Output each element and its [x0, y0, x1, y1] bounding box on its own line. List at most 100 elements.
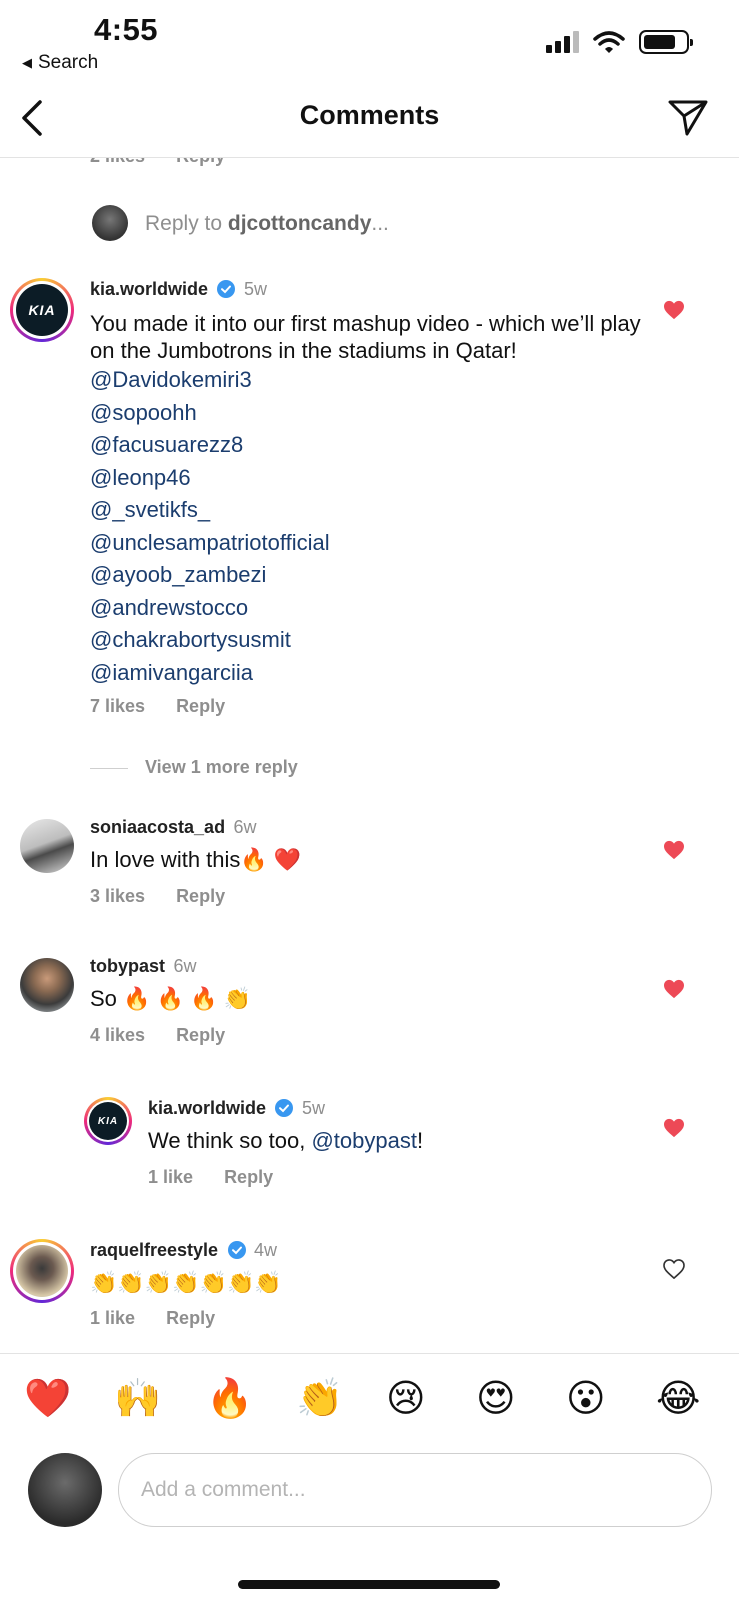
comment-text: We think so too, @tobypast! [148, 1127, 423, 1154]
avatar[interactable] [28, 1453, 102, 1527]
comment-time: 4w [253, 1240, 277, 1260]
page-title: Comments [299, 100, 440, 130]
mention-link[interactable]: @_svetikfs_ [90, 494, 330, 527]
heart-outline-icon[interactable] [663, 1259, 685, 1279]
emoji-raised-hands-button[interactable]: 🙌 [114, 1376, 161, 1420]
status-icons [546, 30, 693, 54]
mention-link[interactable]: @andrewstocco [90, 592, 330, 625]
avatar-story-ring[interactable] [10, 1239, 74, 1303]
reply-to-user: djcottoncandy [227, 212, 372, 235]
back-to-search[interactable]: ◀ Search [22, 52, 98, 74]
view-more-replies[interactable]: View 1 more reply [145, 757, 298, 778]
wifi-icon [593, 31, 625, 53]
comment-text: 👏👏👏👏👏👏👏 [90, 1270, 282, 1295]
replies-divider [90, 768, 128, 769]
emoji-fire-button[interactable]: 🔥 [206, 1376, 253, 1420]
comment-header: raquelfreestyle 4w [90, 1240, 277, 1261]
kia-logo: KIA [89, 1102, 127, 1140]
comment-meta: 1 like Reply [90, 1308, 241, 1329]
kia-logo: KIA [16, 284, 68, 336]
comment-time: 5w [301, 1098, 325, 1118]
comment-time: 5w [243, 279, 267, 299]
comments-list[interactable]: 2 likes Reply Reply to djcottoncandy... … [0, 158, 739, 1353]
emoji-surprised-button[interactable]: 😮 [566, 1376, 606, 1420]
status-time: 4:55 [94, 12, 159, 47]
mention-link[interactable]: @tobypast [311, 1128, 417, 1153]
mention-link[interactable]: @Davidokemiri3 [90, 364, 330, 397]
comment-time: 6w [233, 817, 257, 837]
mention-link[interactable]: @chakrabortysusmit [90, 624, 330, 657]
mention-link[interactable]: @leonp46 [90, 462, 330, 495]
likes-count[interactable]: 2 likes [90, 158, 145, 166]
comment-text-prefix: We think so too, [148, 1128, 312, 1153]
reply-button[interactable]: Reply [176, 158, 225, 166]
likes-count[interactable]: 4 likes [90, 1025, 145, 1045]
heart-filled-icon[interactable] [663, 1118, 685, 1138]
avatar [92, 205, 128, 241]
comment-meta-partial: 2 likes Reply [90, 158, 251, 167]
avatar[interactable] [20, 958, 74, 1012]
comment-meta: 1 like Reply [148, 1167, 299, 1188]
reply-button[interactable]: Reply [176, 1025, 225, 1045]
signal-icon [546, 31, 579, 53]
verified-badge-icon [227, 1241, 246, 1259]
status-bar: 4:55 ◀ Search [0, 0, 739, 80]
likes-count[interactable]: 3 likes [90, 886, 145, 906]
username[interactable]: kia.worldwide [90, 279, 208, 299]
likes-count[interactable]: 1 like [148, 1167, 193, 1187]
avatar-story-ring[interactable]: KIA [10, 278, 74, 342]
mention-link[interactable]: @iamivangarciia [90, 657, 330, 690]
comment-text: In love with this🔥 ❤️ [90, 847, 302, 872]
reply-button[interactable]: Reply [176, 696, 225, 716]
heart-filled-icon[interactable] [663, 979, 685, 999]
comment-header: kia.worldwide 5w [90, 279, 267, 300]
emoji-laughing-button[interactable]: 😂 [656, 1376, 700, 1420]
likes-count[interactable]: 7 likes [90, 696, 145, 716]
reply-button[interactable]: Reply [166, 1308, 215, 1328]
reply-button[interactable]: Reply [176, 886, 225, 906]
back-triangle-icon: ◀ [22, 55, 32, 70]
mention-link[interactable]: @facusuarezz8 [90, 429, 330, 462]
comment-time: 6w [173, 956, 197, 976]
avatar[interactable] [20, 819, 74, 873]
comment-text: You made it into our first mashup video … [90, 311, 641, 363]
reply-to-prefix: Reply to [145, 212, 228, 235]
mention-link[interactable]: @ayoob_zambezi [90, 559, 330, 592]
likes-count[interactable]: 1 like [90, 1308, 135, 1328]
comment-meta: 3 likes Reply [90, 886, 251, 907]
reply-to-ellipsis: ... [371, 212, 389, 235]
comment-input[interactable] [118, 1453, 712, 1527]
username[interactable]: soniaacosta_ad [90, 817, 225, 837]
verified-badge-icon [217, 280, 236, 298]
comment-meta: 7 likes Reply [90, 696, 251, 717]
verified-badge-icon [275, 1099, 294, 1117]
heart-filled-icon[interactable] [663, 300, 685, 320]
comment-composer [0, 1443, 739, 1543]
comment-text-suffix: ! [416, 1128, 424, 1153]
paper-plane-icon[interactable] [667, 96, 709, 138]
emoji-clap-button[interactable]: 👏 [296, 1376, 343, 1420]
reply-to-prompt[interactable]: Reply to djcottoncandy... [145, 212, 389, 236]
comments-header: Comments [0, 80, 739, 158]
battery-icon [639, 30, 693, 54]
username[interactable]: raquelfreestyle [90, 1240, 218, 1260]
back-app-label: Search [38, 52, 99, 73]
emoji-heart-button[interactable]: ❤️ [24, 1376, 71, 1420]
comment-header: kia.worldwide 5w [148, 1098, 325, 1119]
mention-link[interactable]: @unclesampatriotofficial [90, 527, 330, 560]
reply-button[interactable]: Reply [224, 1167, 273, 1187]
avatar-story-ring[interactable]: KIA [84, 1097, 132, 1145]
mention-link[interactable]: @sopoohh [90, 397, 330, 430]
username[interactable]: tobypast [90, 956, 165, 976]
comment-meta: 4 likes Reply [90, 1025, 251, 1046]
heart-filled-icon[interactable] [663, 840, 685, 860]
username[interactable]: kia.worldwide [148, 1098, 266, 1118]
home-indicator[interactable] [238, 1580, 500, 1589]
emoji-heart-eyes-button[interactable]: 😍 [476, 1376, 516, 1420]
comment-header: tobypast 6w [90, 956, 196, 977]
quick-reaction-bar: ❤️ 🙌 🔥 👏 😢 😍 😮 😂 [0, 1353, 739, 1443]
avatar [16, 1245, 68, 1297]
comment-text: So 🔥 🔥 🔥 👏 [90, 986, 251, 1011]
comment-header: soniaacosta_ad 6w [90, 817, 257, 838]
emoji-crying-button[interactable]: 😢 [386, 1376, 426, 1420]
